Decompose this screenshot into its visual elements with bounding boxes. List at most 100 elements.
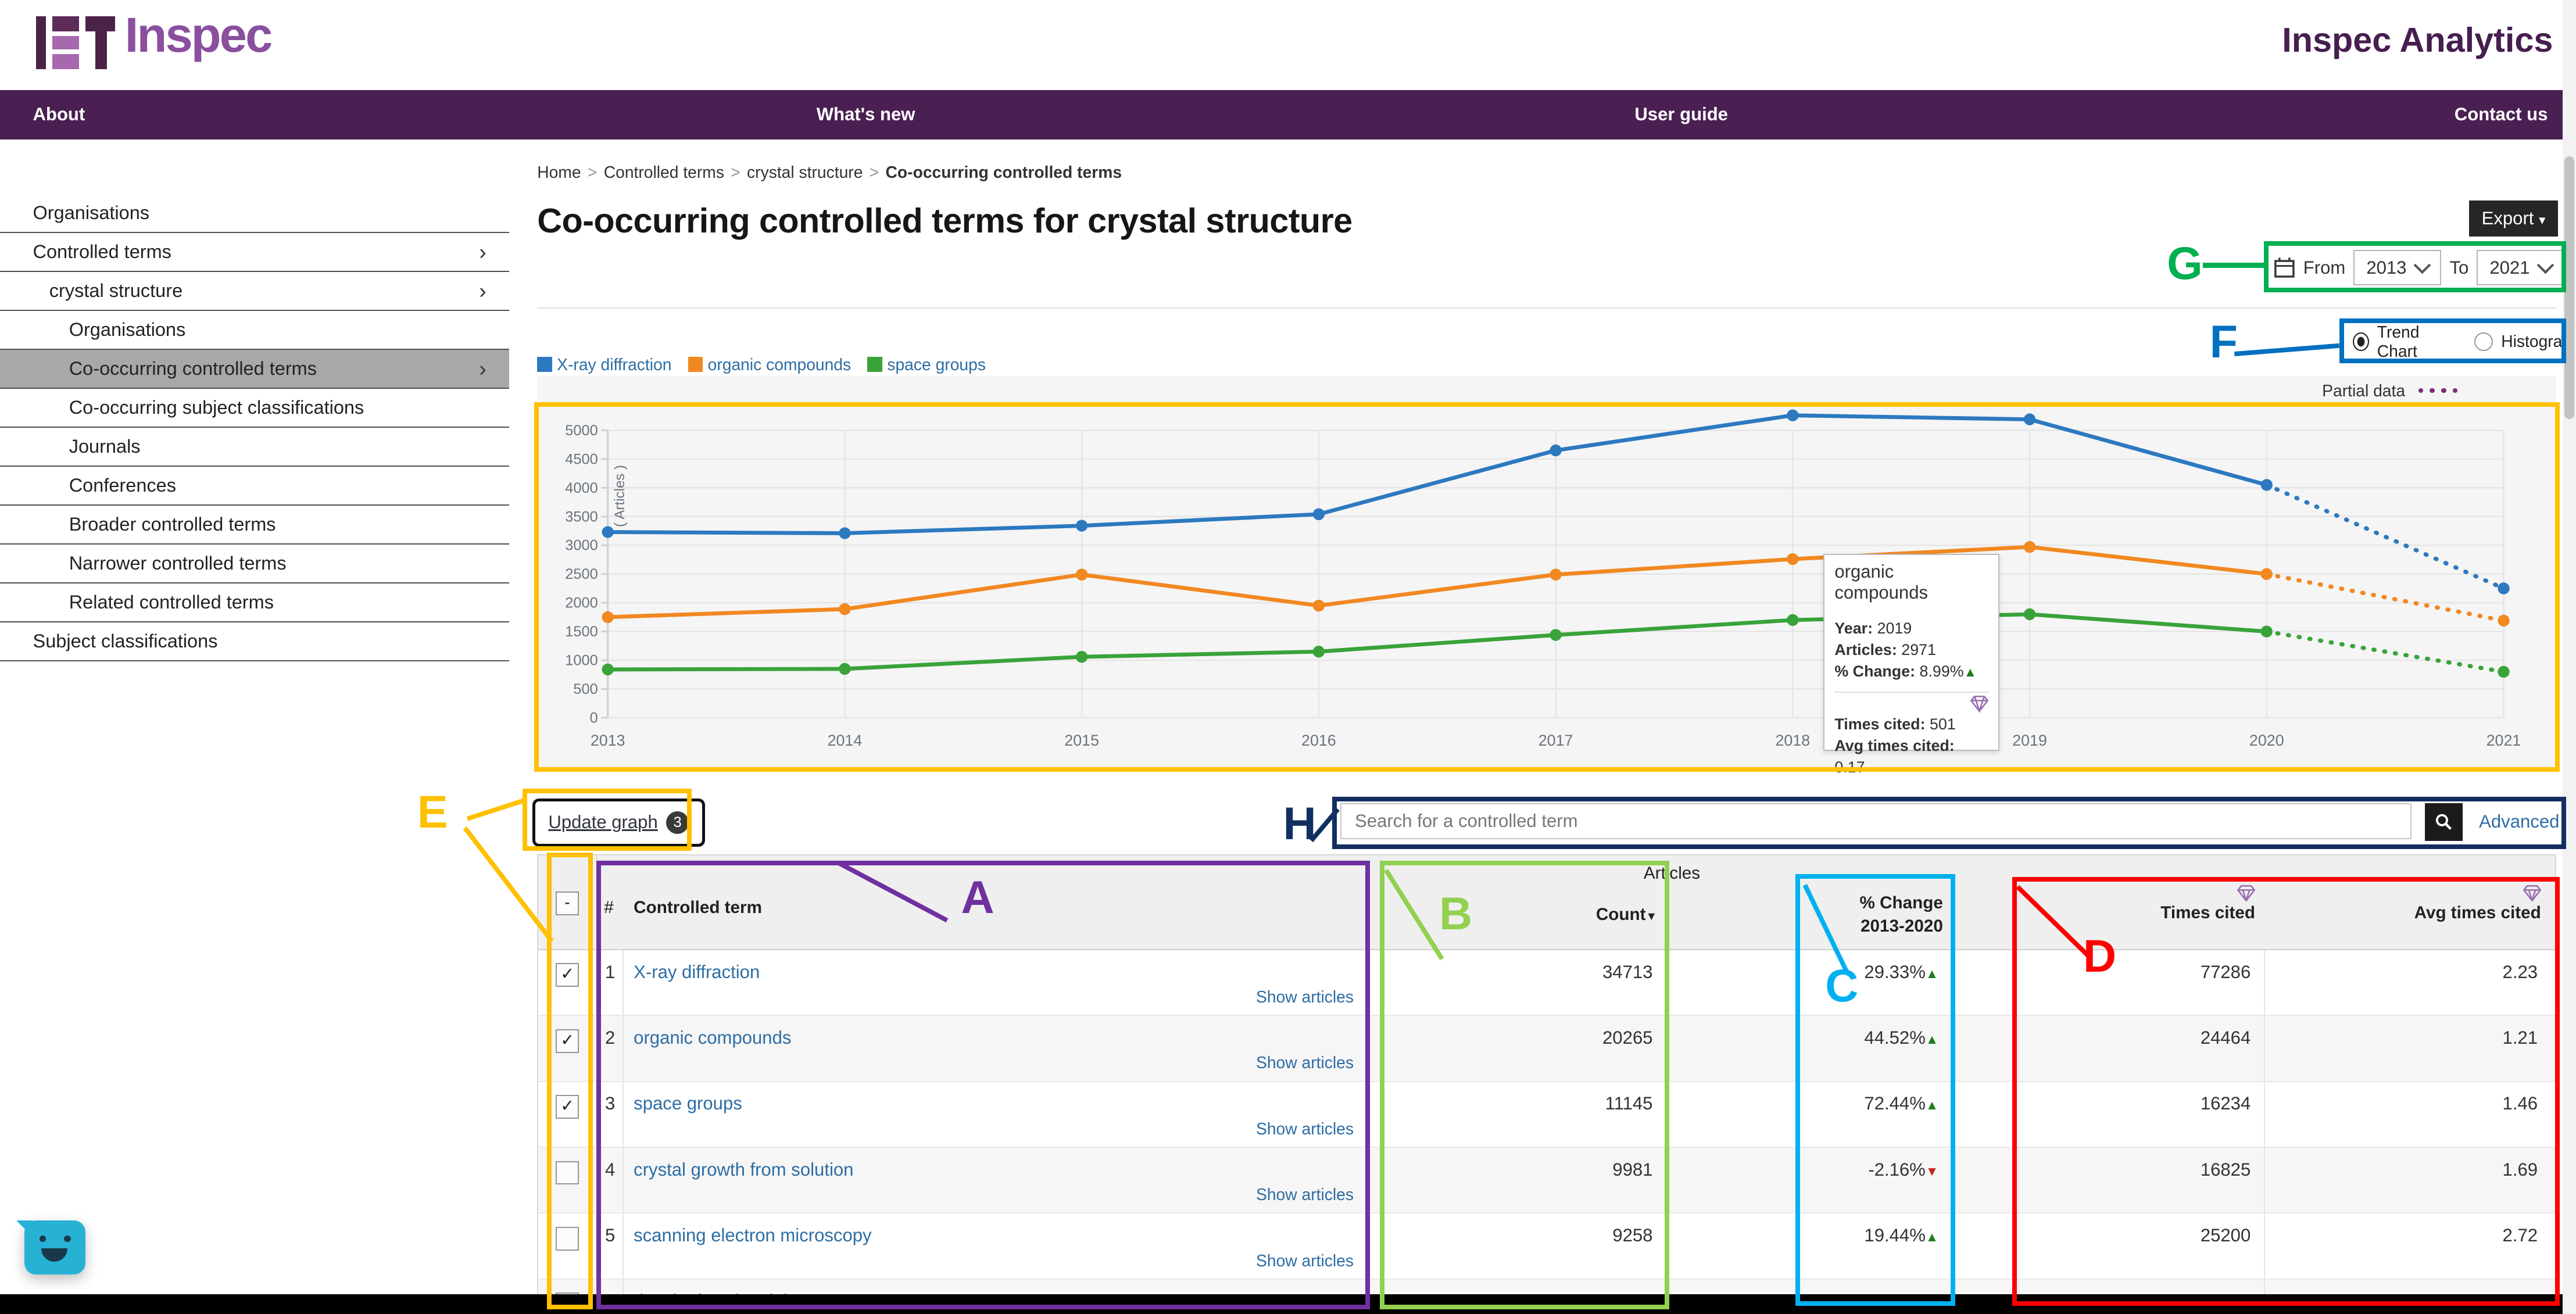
sidebar-item-controlled-terms[interactable]: Controlled terms ›: [0, 232, 510, 272]
data-point[interactable]: [1550, 629, 1562, 641]
column-header-times-cited[interactable]: Times cited: [1956, 885, 2255, 923]
sidebar-item-journals[interactable]: Journals: [0, 427, 510, 467]
column-header-term[interactable]: Controlled term: [634, 898, 762, 918]
row-checkbox[interactable]: [555, 1226, 579, 1251]
count-value: 11145: [1368, 1082, 1668, 1147]
row-checkbox[interactable]: [555, 1161, 579, 1185]
data-point[interactable]: [1312, 508, 1325, 521]
breadcrumb-item[interactable]: crystal structure: [747, 163, 863, 181]
controlled-term-link[interactable]: space groups: [634, 1093, 742, 1114]
breadcrumb-separator: >: [869, 162, 879, 181]
page-title: Co-occurring controlled terms for crysta…: [537, 200, 1353, 240]
sidebar-item-subject-classifications[interactable]: Subject classifications: [0, 622, 510, 661]
column-header-pct-change[interactable]: % Change 2013-2020: [1670, 891, 1943, 937]
data-point[interactable]: [602, 611, 614, 624]
column-header-count[interactable]: Count▼: [1368, 905, 1657, 925]
update-graph-button[interactable]: Update graph 3: [532, 798, 706, 847]
nav-item-user-guide[interactable]: User guide: [1634, 90, 1728, 139]
controlled-term-link[interactable]: X-ray diffraction: [634, 962, 760, 983]
sidebar-item-organisations[interactable]: Organisations: [0, 194, 510, 233]
data-point[interactable]: [1787, 614, 1799, 626]
row-checkbox[interactable]: ✓: [555, 1029, 579, 1053]
dotted-line-icon: [2418, 388, 2458, 393]
sidebar-item-related-controlled-terms[interactable]: Related controlled terms: [0, 583, 510, 622]
controlled-term-link[interactable]: crystal growth from solution: [634, 1159, 853, 1180]
line-chart-canvas[interactable]: 0 500 1000 1500 2000 2500 3000 3500 4000 4500 5000…: [539, 406, 2553, 767]
data-point[interactable]: [2023, 413, 2036, 425]
show-articles-link[interactable]: Show articles: [1256, 1053, 1354, 1072]
select-all-checkbox[interactable]: -: [555, 891, 579, 915]
breadcrumb-item[interactable]: Controlled terms: [604, 163, 724, 181]
data-point[interactable]: [1550, 444, 1562, 457]
breadcrumb-item[interactable]: Co-occurring controlled terms: [886, 163, 1122, 181]
toggle-option-histogram[interactable]: Histogram: [2474, 332, 2576, 352]
data-point[interactable]: [1787, 553, 1799, 565]
from-year-select[interactable]: 2013: [2353, 250, 2442, 285]
sidebar-item-narrower-controlled-terms[interactable]: Narrower controlled terms: [0, 544, 510, 583]
data-point[interactable]: [1550, 568, 1562, 581]
sidebar-item-crystal-structure[interactable]: crystal structure ›: [0, 271, 510, 311]
inspec-analytics-page: Inspec Inspec Analytics About What's new…: [0, 0, 2576, 1314]
chat-widget-button[interactable]: [16, 1220, 85, 1275]
nav-item-whats-new[interactable]: What's new: [817, 90, 915, 139]
advanced-search-link[interactable]: Advanced: [2479, 811, 2559, 832]
legend-item-xray[interactable]: X-ray diffraction: [537, 355, 671, 374]
data-point[interactable]: [602, 526, 614, 538]
row-checkbox[interactable]: ✓: [555, 963, 579, 987]
legend-item-space-groups[interactable]: space groups: [867, 355, 986, 374]
data-point[interactable]: [2023, 608, 2036, 621]
show-articles-link[interactable]: Show articles: [1256, 987, 1354, 1007]
table-body: ✓ 1 X-ray diffraction Show articles 34713 29.…: [538, 950, 2556, 1314]
data-point[interactable]: [2260, 625, 2273, 638]
show-articles-link[interactable]: Show articles: [1256, 1251, 1354, 1270]
data-point[interactable]: [602, 663, 614, 676]
legend-label: X-ray diffraction: [557, 355, 672, 374]
data-point[interactable]: [1312, 646, 1325, 658]
row-checkbox[interactable]: ✓: [555, 1095, 579, 1119]
controlled-term-link[interactable]: organic compounds: [634, 1027, 791, 1048]
svg-text:500: 500: [573, 681, 598, 697]
breadcrumb-item[interactable]: Home: [537, 163, 581, 181]
svg-text:3500: 3500: [565, 509, 598, 525]
count-value: 20265: [1368, 1016, 1668, 1081]
sidebar-item-organisations[interactable]: Organisations: [0, 310, 510, 350]
sidebar-item-co-occurring-subject-classifications[interactable]: Co-occurring subject classifications: [0, 388, 510, 428]
data-point[interactable]: [1076, 520, 1088, 532]
data-point[interactable]: [2498, 665, 2510, 678]
data-point[interactable]: [1076, 568, 1088, 581]
data-point[interactable]: [2260, 568, 2273, 581]
data-point[interactable]: [839, 663, 851, 675]
data-point[interactable]: [2023, 541, 2036, 553]
sidebar-item-broader-controlled-terms[interactable]: Broader controlled terms: [0, 505, 510, 545]
sidebar-item-co-occurring-controlled-terms[interactable]: Co-occurring controlled terms ›: [0, 349, 510, 389]
controlled-term-link[interactable]: scanning electron microscopy: [634, 1225, 871, 1246]
data-point[interactable]: [1076, 651, 1088, 663]
column-header-avg-times-cited[interactable]: Avg times cited: [2269, 885, 2541, 923]
sidebar-nav: Organisations Controlled terms › crystal st…: [0, 194, 510, 661]
page-scrollbar[interactable]: [2563, 0, 2576, 1314]
svg-text:0: 0: [590, 710, 598, 726]
search-input[interactable]: [1340, 803, 2412, 840]
export-button[interactable]: Export ▾: [2469, 200, 2558, 237]
nav-item-about[interactable]: About: [33, 90, 85, 139]
column-header-num[interactable]: #: [604, 898, 614, 918]
data-point[interactable]: [2498, 614, 2510, 627]
data-point[interactable]: [839, 603, 851, 615]
data-point[interactable]: [2260, 479, 2273, 491]
scrollbar-thumb[interactable]: [2564, 156, 2575, 419]
show-articles-link[interactable]: Show articles: [1256, 1119, 1354, 1138]
data-point[interactable]: [839, 527, 851, 539]
nav-item-contact-us[interactable]: Contact us: [2455, 90, 2548, 139]
annotation-line-G: [2203, 263, 2264, 268]
data-point[interactable]: [1312, 600, 1325, 612]
search-button[interactable]: [2424, 803, 2463, 842]
toggle-option-trend-chart[interactable]: Trend Chart: [2352, 323, 2452, 361]
legend-item-organic[interactable]: organic compounds: [688, 355, 851, 374]
show-articles-link[interactable]: Show articles: [1256, 1185, 1354, 1204]
trend-chart: Partial data 0 500 1000 1500 2000 2500 3000 350…: [537, 376, 2557, 772]
svg-text:( Articles ): ( Articles ): [612, 465, 628, 527]
data-point[interactable]: [1787, 409, 1799, 421]
to-year-select[interactable]: 2021: [2477, 250, 2565, 285]
sidebar-item-conferences[interactable]: Conferences: [0, 466, 510, 506]
data-point[interactable]: [2498, 582, 2510, 595]
